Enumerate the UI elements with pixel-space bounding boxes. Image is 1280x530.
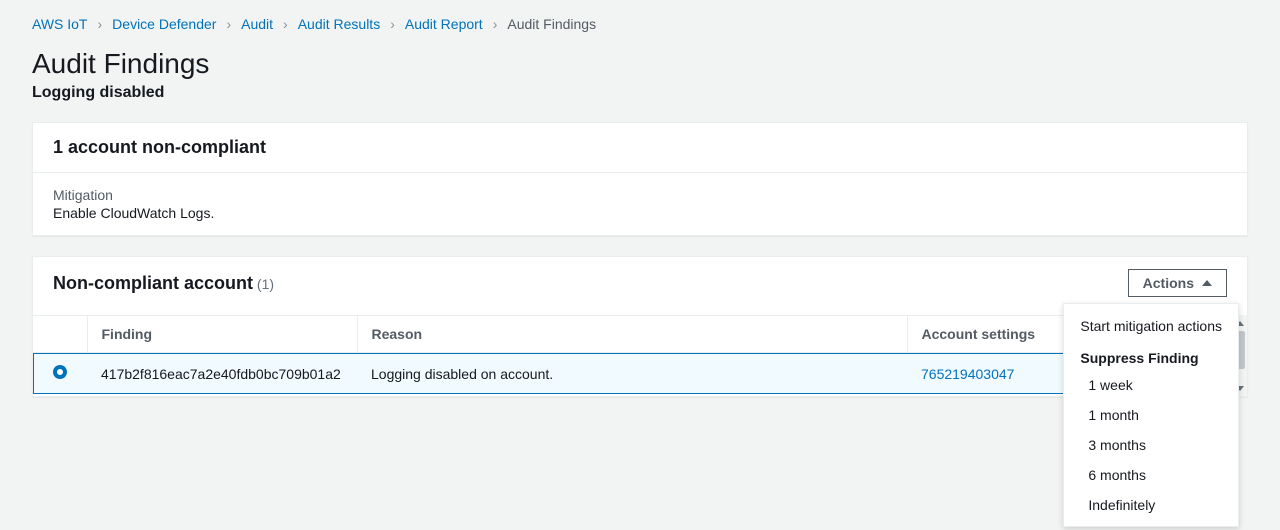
column-header-finding[interactable]: Finding	[87, 316, 357, 353]
breadcrumb-current: Audit Findings	[507, 16, 596, 32]
breadcrumb: AWS IoT › Device Defender › Audit › Audi…	[32, 16, 1248, 32]
dropdown-suppress-header: Suppress Finding	[1064, 342, 1238, 370]
actions-dropdown: Start mitigation actions Suppress Findin…	[1063, 303, 1239, 527]
list-count: (1)	[257, 276, 274, 292]
cell-reason: Logging disabled on account.	[357, 353, 907, 395]
actions-button-label: Actions	[1143, 275, 1194, 291]
summary-panel: 1 account non-compliant Mitigation Enabl…	[32, 122, 1248, 236]
chevron-right-icon: ›	[98, 16, 103, 32]
actions-button[interactable]: Actions	[1128, 269, 1227, 297]
page-subtitle: Logging disabled	[32, 84, 1248, 102]
dropdown-suppress-indefinitely[interactable]: Indefinitely	[1064, 490, 1238, 520]
chevron-right-icon: ›	[226, 16, 231, 32]
caret-up-icon	[1202, 280, 1212, 286]
breadcrumb-link-aws-iot[interactable]: AWS IoT	[32, 16, 88, 32]
summary-panel-header: 1 account non-compliant	[33, 123, 1247, 173]
list-title: Non-compliant account	[53, 273, 253, 293]
dropdown-suppress-6months[interactable]: 6 months	[1064, 460, 1238, 490]
breadcrumb-link-device-defender[interactable]: Device Defender	[112, 16, 216, 32]
mitigation-text: Enable CloudWatch Logs.	[53, 205, 1227, 221]
cell-account-link[interactable]: 765219403047	[921, 366, 1014, 382]
dropdown-start-mitigation[interactable]: Start mitigation actions	[1064, 310, 1238, 342]
noncompliant-list-panel: Non-compliant account (1) Actions Start …	[32, 256, 1248, 397]
dropdown-suppress-3months[interactable]: 3 months	[1064, 430, 1238, 460]
chevron-right-icon: ›	[283, 16, 288, 32]
breadcrumb-link-audit-results[interactable]: Audit Results	[298, 16, 380, 32]
dropdown-suppress-1week[interactable]: 1 week	[1064, 370, 1238, 400]
mitigation-label: Mitigation	[53, 187, 1227, 203]
breadcrumb-link-audit[interactable]: Audit	[241, 16, 273, 32]
page-title: Audit Findings	[32, 48, 1248, 80]
chevron-right-icon: ›	[493, 16, 498, 32]
column-header-reason[interactable]: Reason	[357, 316, 907, 353]
cell-finding-id: 417b2f816eac7a2e40fdb0bc709b01a2	[87, 353, 357, 395]
chevron-right-icon: ›	[390, 16, 395, 32]
column-header-select	[33, 316, 87, 353]
row-radio-selected[interactable]	[53, 365, 67, 379]
breadcrumb-link-audit-report[interactable]: Audit Report	[405, 16, 483, 32]
dropdown-suppress-1month[interactable]: 1 month	[1064, 400, 1238, 430]
